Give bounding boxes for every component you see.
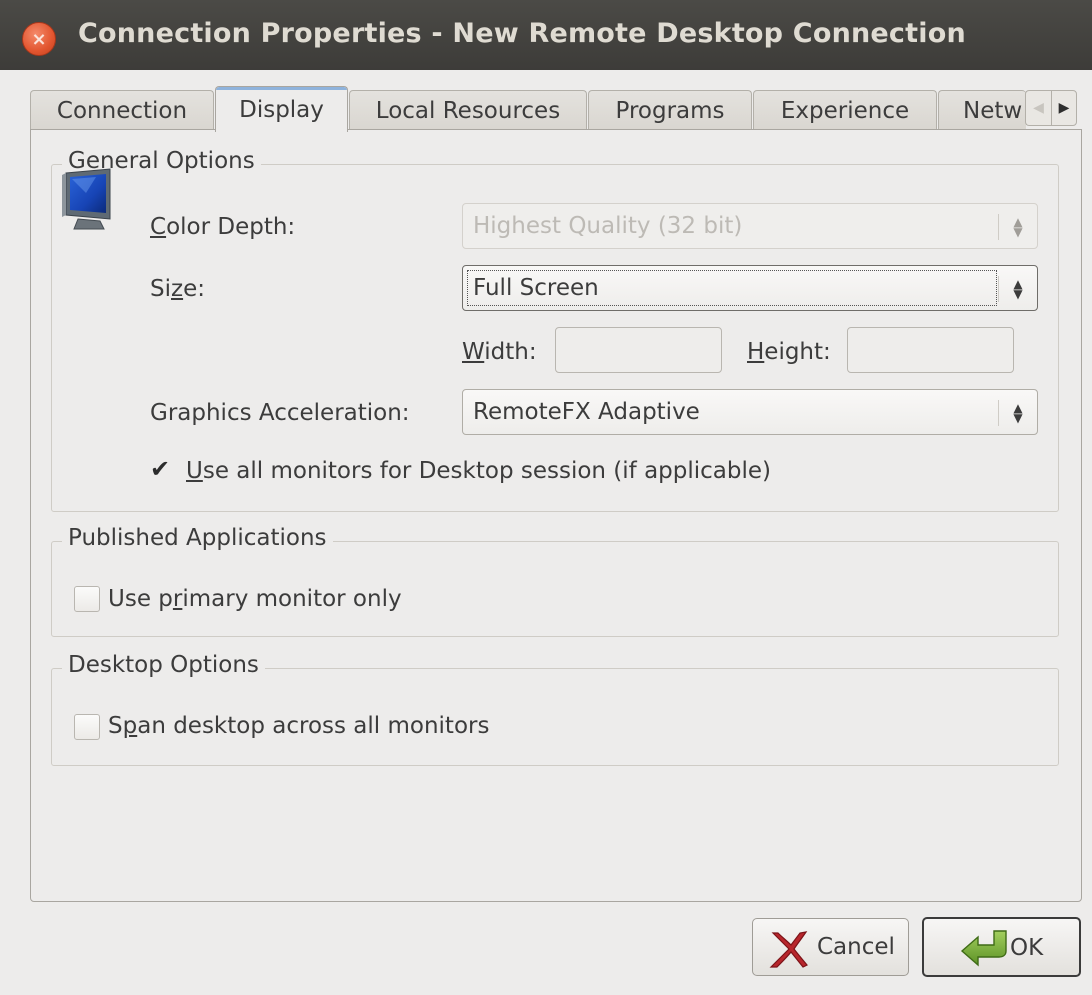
- tab-connection[interactable]: Connection: [30, 90, 214, 130]
- tab-scroll-left-button[interactable]: ◀: [1025, 90, 1051, 126]
- mnemonic: W: [462, 339, 485, 365]
- width-input[interactable]: [555, 327, 722, 373]
- cancel-x-icon: [769, 931, 808, 968]
- mnemonic: r: [172, 586, 183, 612]
- use-all-monitors-checkbox[interactable]: ✔: [150, 456, 170, 482]
- desktop-options-legend: Desktop Options: [62, 651, 265, 679]
- spin-arrows-icon: ▲ ▼: [1013, 215, 1023, 239]
- mnemonic: H: [747, 339, 765, 365]
- tab-label: Programs: [615, 97, 725, 124]
- chevron-left-icon: ◀: [1033, 100, 1044, 116]
- close-icon: ×: [31, 28, 47, 50]
- tab-scroll-right-button[interactable]: ▶: [1051, 90, 1077, 126]
- width-label: Width:: [462, 338, 537, 366]
- span-desktop-label[interactable]: Span desktop across all monitors: [108, 712, 489, 740]
- mnemonic: C: [150, 214, 167, 240]
- close-button[interactable]: ×: [22, 22, 56, 56]
- label-text: imary monitor only: [182, 586, 402, 612]
- graphics-acceleration-label: Graphics Acceleration:: [150, 400, 410, 426]
- label-text: an desktop across all monitors: [137, 713, 490, 739]
- window-title: Connection Properties - New Remote Deskt…: [78, 18, 966, 49]
- tab-label: Netw: [963, 97, 1023, 124]
- divider: [998, 400, 999, 426]
- tab-label: Experience: [780, 97, 910, 124]
- height-label: Height:: [747, 338, 831, 366]
- tab-local-resources[interactable]: Local Resources: [349, 90, 587, 130]
- label-text: e:: [183, 276, 205, 302]
- label-text: Si: [150, 276, 171, 302]
- tab-label: Display: [239, 96, 324, 123]
- general-options-frame: General Options Color Depth: Highest Qua…: [51, 147, 1059, 512]
- chevron-right-icon: ▶: [1058, 100, 1070, 116]
- span-desktop-checkbox[interactable]: [74, 714, 100, 740]
- mnemonic: z: [171, 276, 184, 302]
- label-text: olor Depth:: [166, 214, 296, 240]
- cancel-button[interactable]: Cancel: [752, 918, 909, 976]
- primary-monitor-label[interactable]: Use primary monitor only: [108, 585, 402, 613]
- tab-display[interactable]: Display: [215, 86, 348, 132]
- spin-arrows-icon: ▲ ▼: [1013, 401, 1023, 425]
- title-bar: × Connection Properties - New Remote Des…: [0, 0, 1092, 70]
- combo-value: RemoteFX Adaptive: [473, 399, 700, 425]
- tab-label: Connection: [56, 97, 188, 124]
- tab-label: Local Resources: [375, 97, 561, 124]
- cancel-label: Cancel: [817, 934, 895, 960]
- ok-arrow-icon: [960, 930, 1007, 967]
- use-all-monitors-label[interactable]: Use all monitors for Desktop session (if…: [186, 457, 771, 485]
- ok-button[interactable]: OK: [922, 917, 1081, 977]
- combo-value: Highest Quality (32 bit): [473, 213, 743, 239]
- mnemonic: U: [186, 458, 203, 484]
- ok-label: OK: [1010, 935, 1044, 961]
- label-text: eight:: [764, 339, 831, 365]
- published-applications-legend: Published Applications: [62, 524, 333, 552]
- graphics-acceleration-select[interactable]: RemoteFX Adaptive ▲ ▼: [462, 389, 1038, 435]
- tab-programs[interactable]: Programs: [588, 90, 752, 130]
- label-text: S: [108, 713, 123, 739]
- dialog-body: Connection Display Local Resources Progr…: [0, 70, 1092, 995]
- tab-experience[interactable]: Experience: [753, 90, 937, 130]
- check-icon: ✔: [150, 455, 171, 483]
- height-input[interactable]: [847, 327, 1014, 373]
- tab-bar: Connection Display Local Resources Progr…: [30, 86, 1030, 132]
- label-text: idth:: [484, 339, 537, 365]
- desktop-options-frame: Desktop Options Span desktop across all …: [51, 651, 1059, 766]
- primary-monitor-checkbox[interactable]: [74, 586, 100, 612]
- focus-ring: [467, 270, 997, 306]
- size-label: Size:: [150, 275, 205, 303]
- monitor-icon: [62, 168, 111, 230]
- spin-arrows-icon: ▲ ▼: [1013, 277, 1023, 301]
- divider: [998, 214, 999, 240]
- label-text: se all monitors for Desktop session (if …: [202, 458, 772, 484]
- size-select[interactable]: Full Screen ▲ ▼: [462, 265, 1038, 311]
- color-depth-label: Color Depth:: [150, 213, 295, 241]
- label-text: Use p: [108, 586, 173, 612]
- color-depth-select[interactable]: Highest Quality (32 bit) ▲ ▼: [462, 203, 1038, 249]
- mnemonic: p: [122, 713, 138, 739]
- published-applications-frame: Published Applications Use primary monit…: [51, 524, 1059, 637]
- tab-network[interactable]: Netw: [938, 90, 1026, 130]
- divider: [998, 276, 999, 302]
- display-tab-page: General Options Color Depth: Highest Qua…: [30, 129, 1082, 902]
